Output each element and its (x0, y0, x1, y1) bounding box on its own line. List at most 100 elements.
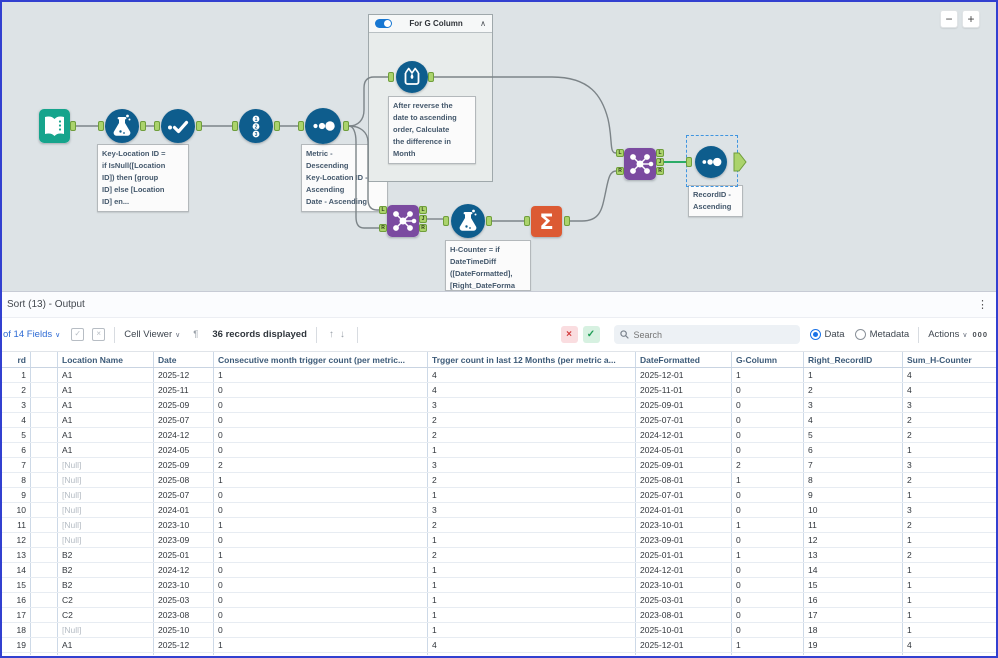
table-body[interactable]: 1 A1 2025-12 1 4 2025-12-01 1 1 4 2 A1 2025-11 0 4 202… (2, 368, 996, 655)
table-cell[interactable]: 1 (732, 548, 804, 562)
table-cell[interactable]: 1 (428, 608, 636, 622)
table-cell[interactable]: 2025-12-01 (636, 368, 732, 382)
tool-record-id-1[interactable]: 1 2 3 (239, 109, 273, 143)
up-arrow-icon[interactable]: ↑ (329, 329, 334, 340)
table-cell[interactable]: 2025-11-01 (636, 653, 732, 655)
port-summarize-in[interactable] (524, 216, 530, 226)
table-cell[interactable]: 1 (903, 608, 996, 622)
table-cell[interactable]: 2023-10 (154, 578, 214, 592)
table-cell[interactable]: A1 (58, 413, 154, 427)
cell-viewer-dropdown[interactable]: Cell Viewer (124, 329, 172, 340)
table-cell[interactable] (31, 473, 58, 487)
table-cell[interactable]: 17 (2, 608, 31, 622)
data-radio[interactable] (809, 329, 821, 340)
table-cell[interactable]: 3 (903, 398, 996, 412)
table-cell[interactable]: 2024-05-01 (636, 443, 732, 457)
port-formula2-in[interactable] (443, 216, 449, 226)
table-cell[interactable]: 2024-01 (154, 503, 214, 517)
table-cell[interactable]: 18 (2, 623, 31, 637)
tool-formula-2[interactable] (451, 204, 485, 238)
table-cell[interactable]: 0 (214, 443, 428, 457)
table-cell[interactable]: 2 (903, 428, 996, 442)
table-cell[interactable]: 7 (2, 458, 31, 472)
table-cell[interactable]: 13 (2, 548, 31, 562)
table-cell[interactable]: 11 (804, 518, 903, 532)
column-header[interactable]: Consecutive month trigger count (per met… (214, 352, 428, 367)
table-cell[interactable]: [Null] (58, 488, 154, 502)
table-cell[interactable]: 0 (732, 383, 804, 397)
table-cell[interactable]: 2 (804, 383, 903, 397)
port-formula1-in[interactable] (98, 121, 104, 131)
table-cell[interactable]: 1 (214, 473, 428, 487)
join2-right-L-port[interactable]: L (656, 149, 664, 157)
table-cell[interactable]: 8 (804, 473, 903, 487)
down-arrow-icon[interactable]: ↓ (340, 329, 345, 340)
select-all-checkbox-icon[interactable]: ✓ (71, 328, 85, 341)
table-cell[interactable]: 0 (214, 623, 428, 637)
table-cell[interactable] (31, 413, 58, 427)
table-cell[interactable] (31, 503, 58, 517)
search-box[interactable] (613, 325, 800, 344)
column-header[interactable]: rd (2, 352, 31, 367)
table-cell[interactable]: 1 (903, 533, 996, 547)
table-cell[interactable]: 0 (732, 653, 804, 655)
table-cell[interactable]: 1 (903, 578, 996, 592)
table-cell[interactable]: 2024-01-01 (636, 503, 732, 517)
table-row[interactable]: 5 A1 2024-12 0 2 2024-12-01 0 5 2 (2, 428, 996, 443)
table-cell[interactable]: 5 (2, 428, 31, 442)
table-row[interactable]: 19 A1 2025-12 1 4 2025-12-01 1 19 4 (2, 638, 996, 653)
table-cell[interactable]: 1 (214, 518, 428, 532)
table-cell[interactable]: 8 (2, 473, 31, 487)
table-cell[interactable]: 0 (214, 533, 428, 547)
table-cell[interactable]: 2025-08 (154, 473, 214, 487)
table-cell[interactable]: 1 (428, 593, 636, 607)
port-select-in[interactable] (154, 121, 160, 131)
table-cell[interactable]: 2025-01-01 (636, 548, 732, 562)
table-cell[interactable]: 20 (804, 653, 903, 655)
table-cell[interactable]: 2023-08 (154, 608, 214, 622)
table-cell[interactable]: 0 (214, 578, 428, 592)
table-cell[interactable]: 4 (428, 638, 636, 652)
table-cell[interactable] (31, 578, 58, 592)
kebab-menu-icon[interactable]: ⋮ (977, 298, 988, 311)
table-cell[interactable] (31, 458, 58, 472)
fields-summary-link[interactable]: of 14 Fields (3, 329, 52, 340)
table-cell[interactable]: 2025-09 (154, 458, 214, 472)
table-row[interactable]: 14 B2 2024-12 0 1 2024-12-01 0 14 1 (2, 563, 996, 578)
table-cell[interactable]: 2 (428, 428, 636, 442)
port-sort1-in[interactable] (298, 121, 304, 131)
table-cell[interactable] (31, 593, 58, 607)
data-radio-label[interactable]: Data (825, 329, 845, 340)
table-cell[interactable]: 2025-11-01 (636, 383, 732, 397)
table-cell[interactable]: 20 (2, 653, 31, 655)
table-cell[interactable]: 13 (804, 548, 903, 562)
tool-join-1[interactable] (387, 205, 419, 237)
table-cell[interactable]: 2 (428, 548, 636, 562)
table-row[interactable]: 6 A1 2024-05 0 1 2024-05-01 0 6 1 (2, 443, 996, 458)
table-cell[interactable]: 4 (903, 383, 996, 397)
table-row[interactable]: 15 B2 2023-10 0 1 2023-10-01 0 15 1 (2, 578, 996, 593)
table-cell[interactable]: 2 (903, 413, 996, 427)
workflow-canvas[interactable]: Metric - Descending Key-Location ID - As… (2, 2, 996, 291)
table-cell[interactable]: 0 (732, 503, 804, 517)
table-cell[interactable]: 2 (2, 383, 31, 397)
table-cell[interactable]: B2 (58, 548, 154, 562)
table-cell[interactable]: 4 (428, 383, 636, 397)
table-cell[interactable]: 4 (903, 638, 996, 652)
table-cell[interactable]: 16 (2, 593, 31, 607)
table-cell[interactable] (31, 548, 58, 562)
table-cell[interactable]: 10 (2, 503, 31, 517)
table-cell[interactable]: 6 (804, 443, 903, 457)
table-cell[interactable]: 19 (804, 638, 903, 652)
table-cell[interactable]: C2 (58, 608, 154, 622)
tool-summarize[interactable]: Σ (531, 206, 562, 237)
table-cell[interactable]: 2025-09-01 (636, 458, 732, 472)
table-cell[interactable]: 0 (214, 488, 428, 502)
table-cell[interactable]: 3 (903, 503, 996, 517)
port-formula1-out[interactable] (140, 121, 146, 131)
table-cell[interactable] (31, 638, 58, 652)
join2-right-R-port[interactable]: R (656, 167, 664, 175)
table-cell[interactable] (31, 518, 58, 532)
table-cell[interactable] (31, 488, 58, 502)
table-cell[interactable]: 0 (214, 398, 428, 412)
